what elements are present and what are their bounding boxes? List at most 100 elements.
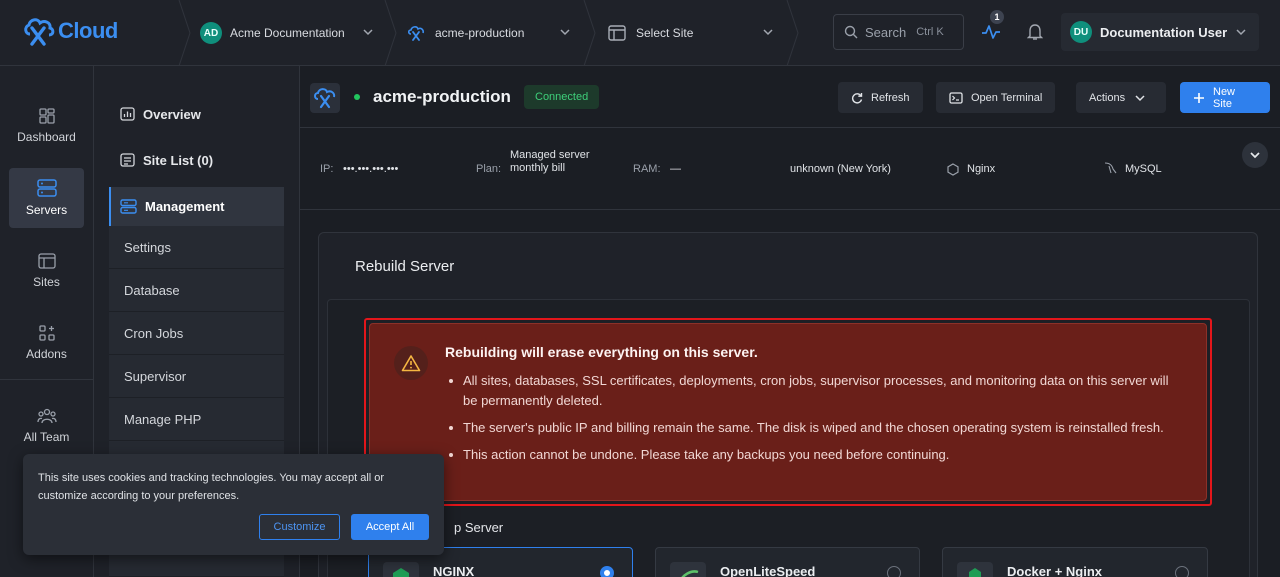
nav-label: Dashboard <box>17 130 76 144</box>
site-switcher[interactable]: Select Site <box>608 0 786 66</box>
stack-radio[interactable] <box>600 566 614 577</box>
nav-all-team[interactable]: All Team <box>9 396 84 456</box>
ip-value: •••.•••.•••.••• <box>343 163 399 175</box>
nav-label: Addons <box>26 347 67 361</box>
plan-label: Plan: <box>476 163 502 175</box>
actions-dropdown[interactable]: Actions <box>1076 82 1166 113</box>
status-badge: Connected <box>524 85 600 109</box>
activity-button[interactable] <box>979 20 1003 44</box>
server-logo-icon <box>314 88 336 109</box>
nav-sites[interactable]: Sites <box>9 241 84 301</box>
refresh-icon <box>851 92 863 103</box>
plus-icon <box>1194 92 1204 103</box>
top-bar: Cloud AD Acme Documentation acme-product… <box>0 0 1280 67</box>
stack-option-docker-nginx[interactable]: Docker + Nginx <box>942 547 1208 577</box>
subnav-management-label: Management <box>145 199 225 214</box>
org-name: Acme Documentation <box>230 26 345 40</box>
subnav-overview-label: Overview <box>143 106 201 122</box>
subnav-item-database[interactable]: Database <box>109 269 284 312</box>
chart-icon <box>120 107 135 121</box>
subnav-site-list[interactable]: Site List (0) <box>120 150 213 170</box>
terminal-label: Open Terminal <box>971 91 1043 104</box>
nginx-icon <box>383 562 419 577</box>
subnav-item-supervisor[interactable]: Supervisor <box>109 355 284 398</box>
stack-option-openlitespeed[interactable]: OpenLiteSpeed <box>655 547 920 577</box>
new-site-label: New Site <box>1213 85 1236 110</box>
rebuild-warning: Rebuilding will erase everything on this… <box>369 323 1207 501</box>
location-value: unknown (New York) <box>790 163 891 175</box>
web-server-value: Nginx <box>967 163 996 175</box>
new-site-button[interactable]: New Site <box>1180 82 1270 113</box>
warning-icon <box>394 346 428 380</box>
refresh-button[interactable]: Refresh <box>838 82 923 113</box>
expand-info-button[interactable] <box>1242 142 1268 168</box>
user-menu[interactable]: DU Documentation User <box>1061 13 1259 51</box>
customize-button[interactable]: Customize <box>259 514 340 540</box>
warning-list: All sites, databases, SSL certificates, … <box>445 371 1185 472</box>
stack-option-name: Docker + Nginx <box>1007 564 1103 577</box>
ram-value: — <box>670 163 681 175</box>
chevron-down-icon <box>1250 152 1260 159</box>
stack-radio[interactable] <box>887 566 901 577</box>
nav-label: Servers <box>25 203 68 217</box>
subnav-overview[interactable]: Overview <box>120 104 201 124</box>
chevron-down-icon <box>1236 29 1246 36</box>
warning-item: The server's public IP and billing remai… <box>445 418 1185 438</box>
logo-text: Cloud <box>58 18 118 43</box>
search-shortcut: Ctrl K <box>916 26 944 38</box>
refresh-label: Refresh <box>871 91 910 104</box>
nav-dashboard[interactable]: Dashboard <box>9 96 84 156</box>
subnav-management[interactable]: Management <box>109 187 284 226</box>
divider <box>178 0 192 67</box>
notifications-button[interactable] <box>1023 20 1047 44</box>
user-avatar: DU <box>1070 21 1092 43</box>
org-switcher[interactable]: AD Acme Documentation <box>200 0 390 66</box>
server-name: acme-production <box>435 26 525 40</box>
chevron-down-icon <box>1135 95 1145 102</box>
nav-label: All Team <box>23 430 70 444</box>
org-avatar: AD <box>200 22 222 44</box>
search-button[interactable]: Search Ctrl K <box>833 14 964 50</box>
user-name: Documentation User <box>1100 24 1228 40</box>
nav-label: Sites <box>33 275 60 289</box>
openlitespeed-icon <box>670 562 706 577</box>
stack-section-label: p Server <box>454 520 504 535</box>
cookie-banner: This site uses cookies and tracking tech… <box>23 454 444 555</box>
search-icon <box>844 25 858 39</box>
accept-all-button[interactable]: Accept All <box>351 514 429 540</box>
stack-option-name: OpenLiteSpeed <box>720 564 816 577</box>
list-icon <box>120 153 135 167</box>
sites-icon <box>37 253 56 269</box>
server-switcher[interactable]: acme-production <box>408 0 583 66</box>
logo[interactable]: Cloud <box>22 14 118 48</box>
nav-servers[interactable]: Servers <box>9 168 84 228</box>
server-header: acme-production Connected Refresh Open T… <box>300 66 1280 128</box>
open-terminal-button[interactable]: Open Terminal <box>936 82 1056 113</box>
divider <box>384 0 398 67</box>
activity-icon <box>982 25 1000 39</box>
dashboard-icon <box>38 108 55 124</box>
cloud-logo-icon <box>24 18 55 46</box>
ip-label: IP: <box>320 163 334 175</box>
nav-addons[interactable]: Addons <box>9 313 84 373</box>
actions-label: Actions <box>1089 91 1126 104</box>
chevron-down-icon <box>560 29 570 36</box>
server-info-bar: IP: •••.•••.•••.••• Plan: Managed server… <box>300 128 1280 210</box>
subnav-item-cron-jobs[interactable]: Cron Jobs <box>109 312 284 355</box>
search-label: Search <box>865 24 907 40</box>
bell-icon <box>1027 24 1043 40</box>
warning-item: This action cannot be undone. Please tak… <box>445 445 1185 465</box>
layout-icon <box>608 25 626 41</box>
plan-value: Managed server monthly bill <box>510 149 590 174</box>
server-title: acme-production <box>373 87 511 106</box>
chevron-down-icon <box>763 29 773 36</box>
subnav-item-settings[interactable]: Settings <box>109 226 284 269</box>
subnav-item-manage-php[interactable]: Manage PHP <box>109 398 284 441</box>
warning-item: All sites, databases, SSL certificates, … <box>445 371 1185 411</box>
server-avatar <box>310 83 340 113</box>
dolphin-icon <box>1104 162 1117 174</box>
addons-icon <box>38 325 55 341</box>
divider <box>583 0 597 67</box>
cookie-text: This site uses cookies and tracking tech… <box>38 472 385 502</box>
stack-radio[interactable] <box>1175 566 1189 577</box>
